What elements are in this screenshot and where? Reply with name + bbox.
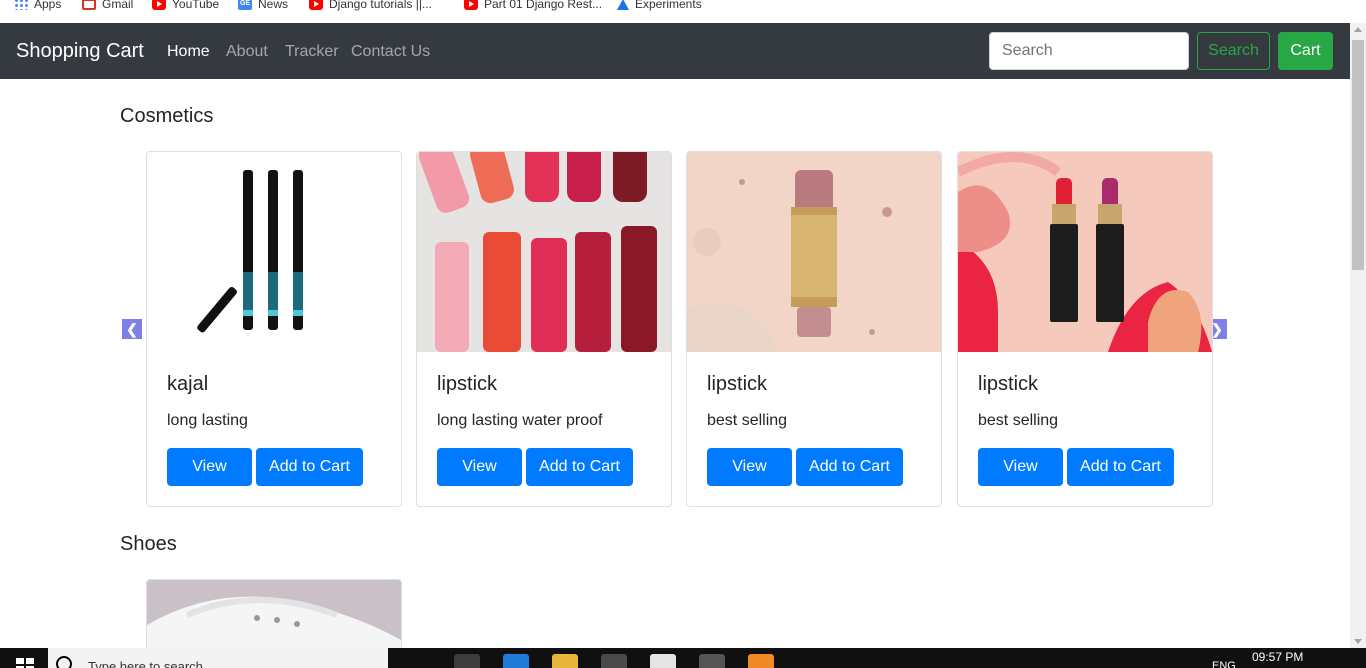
nav-link-about[interactable]: About — [226, 43, 268, 61]
windows-taskbar: Type here to search ENG 09:57 PM — [0, 648, 1366, 668]
product-name: lipstick — [437, 373, 498, 395]
sublime-text-icon[interactable] — [748, 654, 774, 668]
view-button[interactable]: View — [978, 448, 1063, 486]
section-title-cosmetics: Cosmetics — [120, 105, 214, 127]
youtube-icon — [464, 0, 478, 10]
youtube-icon — [152, 0, 166, 10]
cart-button[interactable]: Cart — [1278, 32, 1333, 70]
kajal-pencils-image — [147, 152, 401, 352]
search-input[interactable] — [989, 32, 1189, 70]
windows-start-icon[interactable] — [16, 658, 34, 668]
experiments-icon — [617, 0, 629, 10]
two-lipsticks-image — [958, 152, 1212, 352]
product-description: best selling — [978, 412, 1059, 429]
product-card: lipstick best selling View Add to Cart — [686, 151, 942, 507]
mail-icon[interactable] — [650, 654, 676, 668]
search-icon — [56, 656, 72, 668]
add-to-cart-button[interactable]: Add to Cart — [526, 448, 633, 486]
product-name: lipstick — [978, 373, 1039, 395]
lipsticks-collection-image — [417, 152, 671, 352]
view-button[interactable]: View — [437, 448, 522, 486]
page-scrollbar[interactable] — [1350, 23, 1366, 648]
scroll-down-icon[interactable] — [1354, 639, 1362, 644]
product-card: lipstick best selling View Add to Cart — [957, 151, 1213, 507]
product-name: kajal — [167, 373, 209, 395]
language-indicator[interactable]: ENG — [1212, 660, 1236, 668]
navbar-brand[interactable]: Shopping Cart — [16, 40, 144, 63]
bookmark-youtube[interactable]: YouTube — [152, 0, 219, 11]
bookmark-django-rest[interactable]: Part 01 Django Rest... — [464, 0, 602, 11]
product-description: long lasting water proof — [437, 412, 603, 429]
product-name: lipstick — [707, 373, 768, 395]
bookmark-apps[interactable]: Apps — [14, 0, 61, 11]
youtube-icon — [309, 0, 323, 10]
terminal-icon[interactable] — [699, 654, 725, 668]
bookmarks-bar: Apps Gmail YouTube GE News Django tutori… — [0, 0, 1366, 23]
product-card: kajal long lasting View Add to Cart — [146, 151, 402, 507]
chevron-left-icon: ❮ — [126, 320, 138, 337]
add-to-cart-button[interactable]: Add to Cart — [256, 448, 363, 486]
file-explorer-icon[interactable] — [552, 654, 578, 668]
taskbar-search-box[interactable]: Type here to search — [48, 648, 388, 668]
view-button[interactable]: View — [167, 448, 252, 486]
google-news-icon: GE — [238, 0, 252, 10]
scroll-up-icon[interactable] — [1354, 27, 1362, 32]
product-card: lipstick long lasting water proof View A… — [416, 151, 672, 507]
bookmark-django-tutorials[interactable]: Django tutorials ||... — [309, 0, 432, 11]
taskbar-clock[interactable]: 09:57 PM — [1252, 650, 1303, 664]
nav-link-contact-us[interactable]: Contact Us — [351, 43, 430, 61]
product-description: best selling — [707, 412, 788, 429]
product-description: long lasting — [167, 412, 248, 429]
add-to-cart-button[interactable]: Add to Cart — [796, 448, 903, 486]
bookmark-experiments[interactable]: Experiments — [617, 0, 702, 11]
scroll-thumb[interactable] — [1352, 40, 1364, 270]
apps-grid-icon — [14, 0, 28, 10]
lip-stick-tube-image — [687, 152, 941, 352]
search-button[interactable]: Search — [1197, 32, 1270, 70]
nav-link-tracker[interactable]: Tracker — [285, 43, 339, 61]
bookmark-news[interactable]: GE News — [238, 0, 288, 11]
product-card — [146, 579, 402, 659]
edge-icon[interactable] — [503, 654, 529, 668]
carousel-prev-button[interactable]: ❮ — [122, 319, 142, 339]
view-button[interactable]: View — [707, 448, 792, 486]
section-title-shoes: Shoes — [120, 533, 177, 555]
taskbar-search-placeholder: Type here to search — [88, 659, 203, 668]
nav-link-home[interactable]: Home — [167, 43, 210, 61]
bookmark-gmail[interactable]: Gmail — [82, 0, 133, 11]
add-to-cart-button[interactable]: Add to Cart — [1067, 448, 1174, 486]
chrome-icon[interactable] — [454, 654, 480, 668]
store-icon[interactable] — [601, 654, 627, 668]
gmail-icon — [82, 0, 96, 10]
navbar: Shopping Cart Home About Tracker Contact… — [0, 23, 1350, 79]
